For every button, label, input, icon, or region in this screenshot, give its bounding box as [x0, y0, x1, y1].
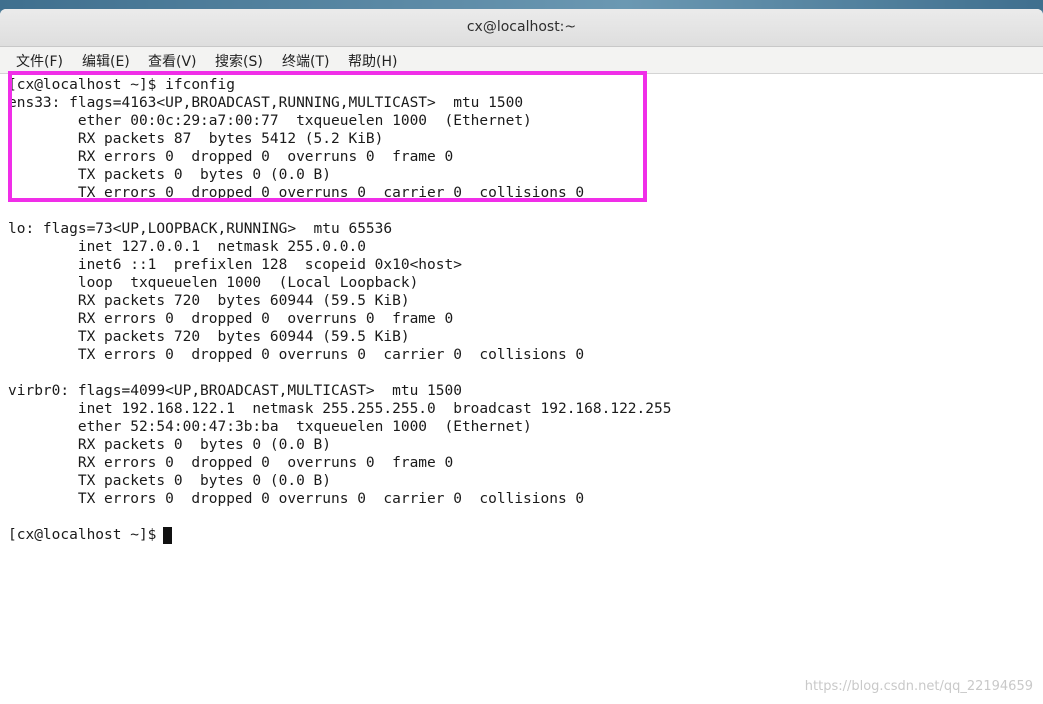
term-line: RX errors 0 dropped 0 overruns 0 frame 0 — [8, 455, 454, 471]
term-line-prompt: [cx@localhost ~]$ — [8, 527, 166, 543]
term-line: RX packets 720 bytes 60944 (59.5 KiB) — [8, 293, 410, 309]
term-line: RX errors 0 dropped 0 overruns 0 frame 0 — [8, 311, 454, 327]
menu-file[interactable]: 文件(F) — [16, 51, 63, 71]
term-line: inet6 ::1 prefixlen 128 scopeid 0x10<hos… — [8, 257, 462, 273]
terminal-output[interactable]: [cx@localhost ~]$ ifconfig ens33: flags=… — [0, 71, 1043, 704]
term-line: ether 52:54:00:47:3b:ba txqueuelen 1000 … — [8, 419, 532, 435]
menubar: 文件(F) 编辑(E) 查看(V) 搜索(S) 终端(T) 帮助(H) — [0, 47, 1043, 74]
term-line: TX packets 0 bytes 0 (0.0 B) — [8, 473, 332, 489]
term-line: RX packets 0 bytes 0 (0.0 B) — [8, 437, 332, 453]
term-line: inet 192.168.122.1 netmask 255.255.255.0… — [8, 401, 672, 417]
menu-terminal[interactable]: 终端(T) — [282, 51, 329, 71]
terminal-window: cx@localhost:~ 文件(F) 编辑(E) 查看(V) 搜索(S) 终… — [0, 9, 1043, 704]
window-title: cx@localhost:~ — [466, 19, 577, 35]
term-line: lo: flags=73<UP,LOOPBACK,RUNNING> mtu 65… — [8, 221, 393, 237]
term-line: inet 127.0.0.1 netmask 255.0.0.0 — [8, 239, 366, 255]
term-line: loop txqueuelen 1000 (Local Loopback) — [8, 275, 419, 291]
menu-help[interactable]: 帮助(H) — [348, 51, 397, 71]
term-line: virbr0: flags=4099<UP,BROADCAST,MULTICAS… — [8, 383, 462, 399]
menu-edit[interactable]: 编辑(E) — [82, 51, 130, 71]
menu-view[interactable]: 查看(V) — [148, 51, 197, 71]
term-line: TX errors 0 dropped 0 overruns 0 carrier… — [8, 347, 585, 363]
term-line: TX errors 0 dropped 0 overruns 0 carrier… — [8, 491, 585, 507]
highlight-annotation-box — [8, 71, 647, 202]
text-cursor — [163, 527, 172, 544]
menu-search[interactable]: 搜索(S) — [215, 51, 263, 71]
term-line: TX packets 720 bytes 60944 (59.5 KiB) — [8, 329, 410, 345]
titlebar[interactable]: cx@localhost:~ — [0, 9, 1043, 47]
watermark: https://blog.csdn.net/qq_22194659 — [804, 679, 1033, 694]
